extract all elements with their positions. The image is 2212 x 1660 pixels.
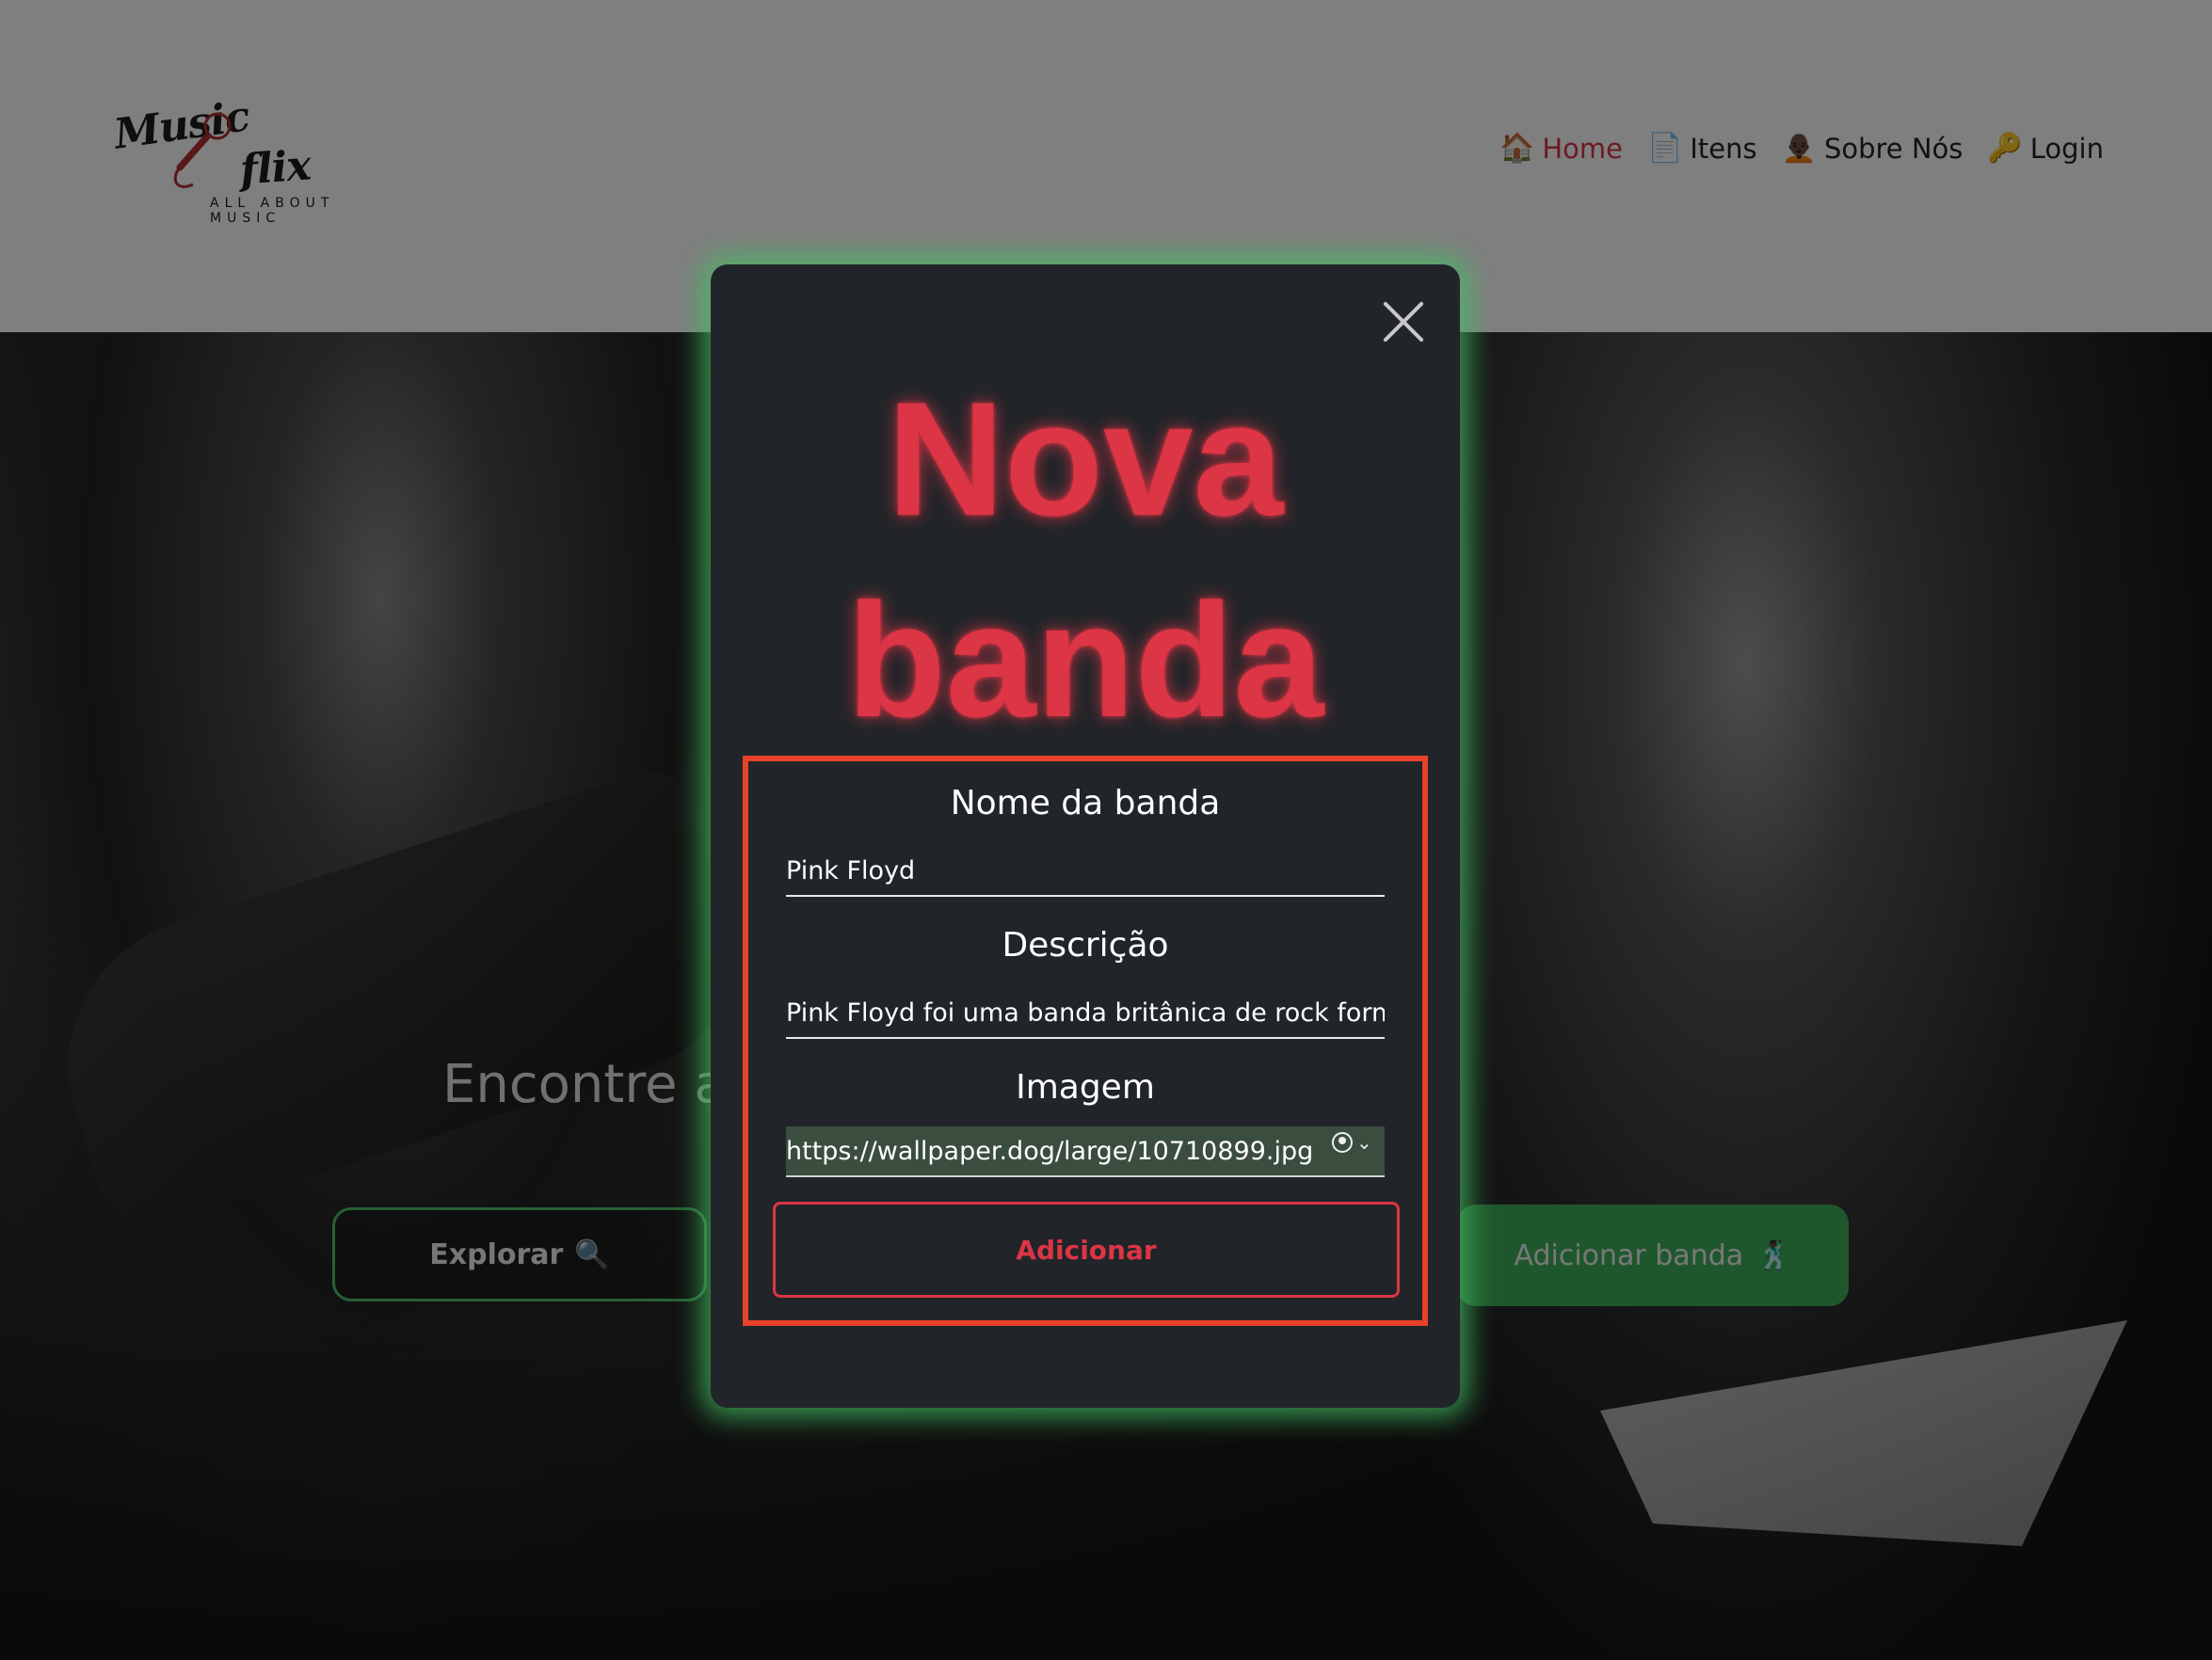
image-label: Imagem [1016, 1068, 1155, 1107]
page: Music flix ALL ABOUT MUSIC 🏠 Home 📄 Iten… [0, 0, 2212, 1660]
modal-title: Nova banda [711, 359, 1460, 761]
new-band-form: Nome da banda Descrição Imagem ⌄ Adicion… [743, 756, 1428, 1326]
submit-button[interactable]: Adicionar [773, 1202, 1400, 1298]
close-icon[interactable] [1379, 298, 1426, 345]
chevron-down-icon: ⌄ [1356, 1131, 1372, 1154]
modal-title-line1: Nova [887, 369, 1284, 550]
description-input[interactable] [786, 988, 1385, 1039]
band-name-label: Nome da banda [950, 784, 1221, 822]
autofill-user-icon[interactable]: ⌄ [1332, 1128, 1377, 1157]
modal-title-line2: banda [846, 570, 1324, 751]
user-circle-icon [1332, 1132, 1353, 1153]
description-label: Descrição [1002, 926, 1169, 965]
new-band-modal: Nova banda Nome da banda Descrição Image… [711, 264, 1460, 1408]
band-name-input[interactable] [786, 846, 1385, 897]
image-url-input[interactable] [786, 1126, 1385, 1177]
